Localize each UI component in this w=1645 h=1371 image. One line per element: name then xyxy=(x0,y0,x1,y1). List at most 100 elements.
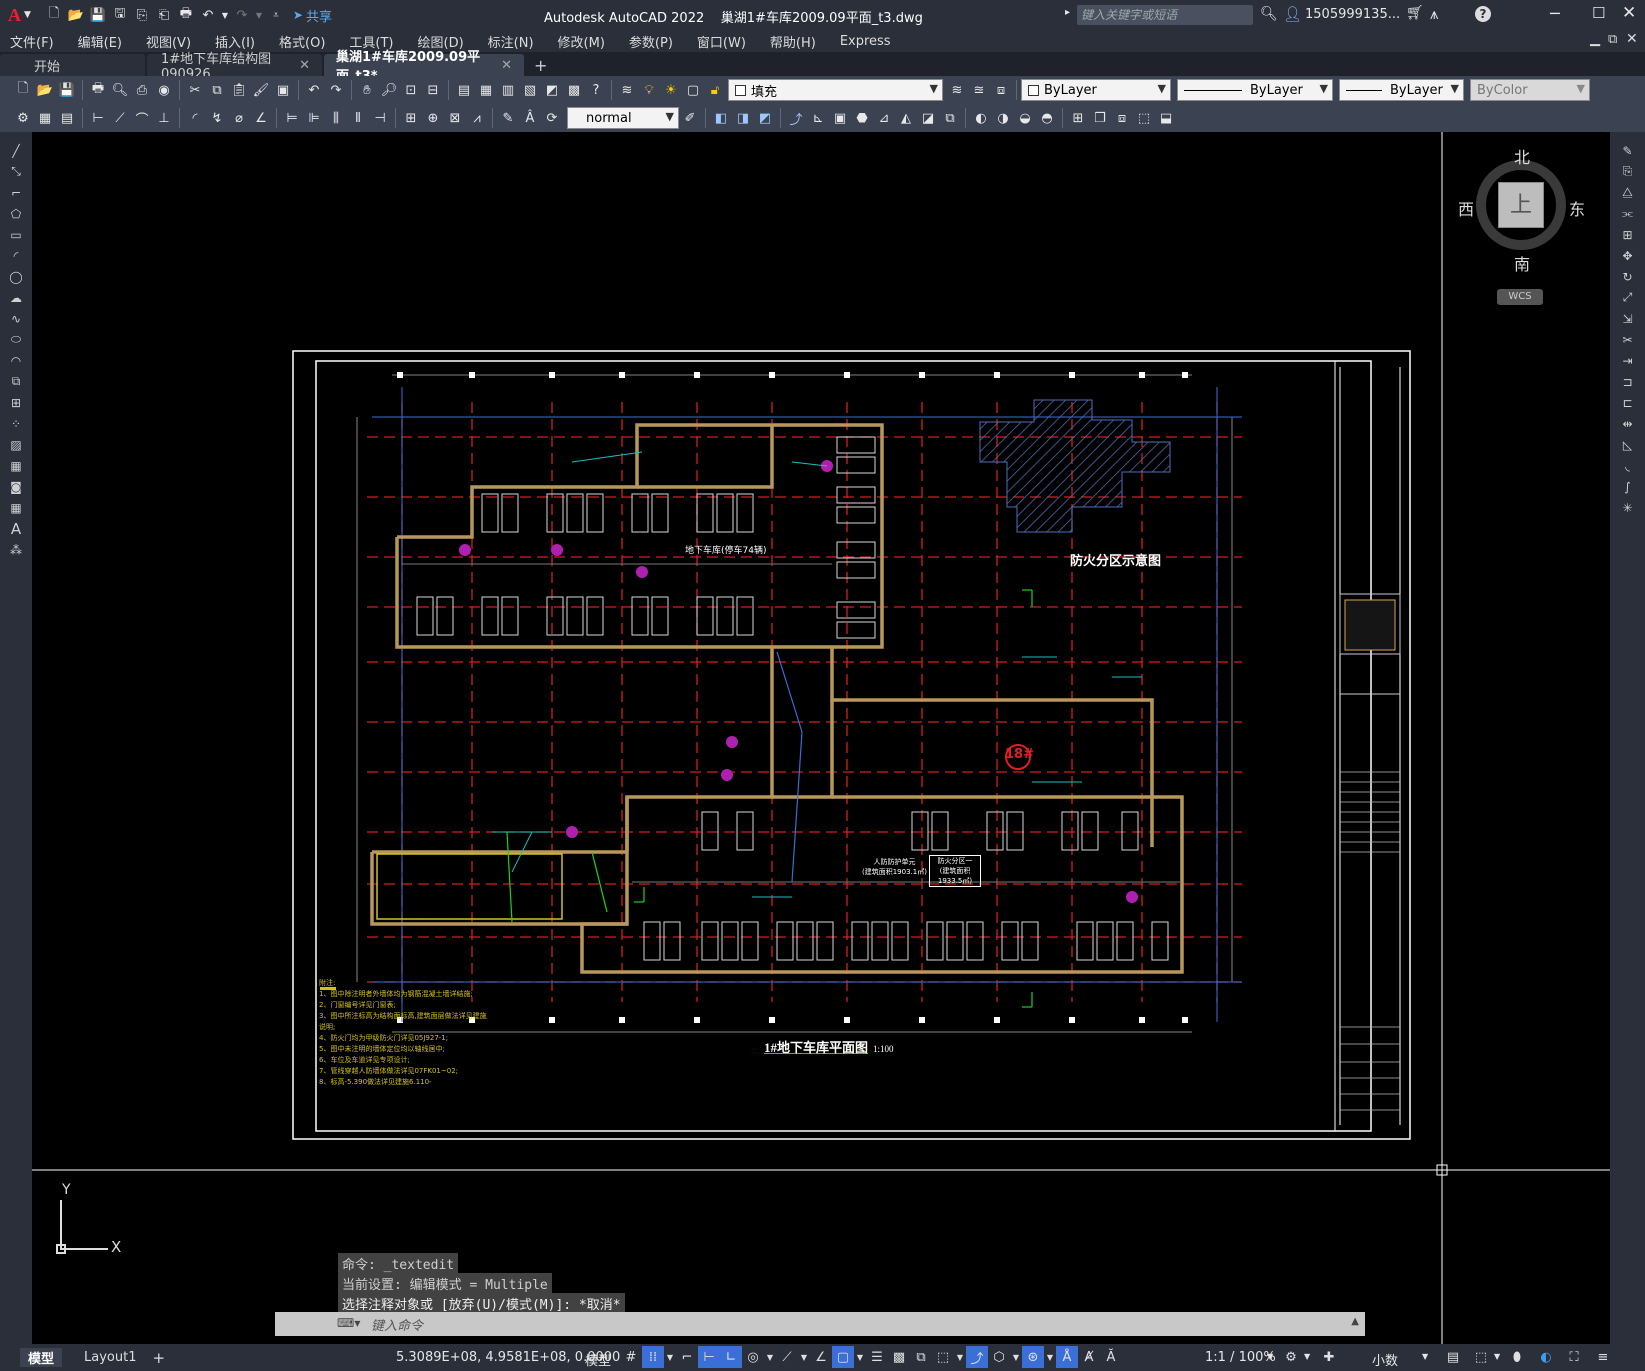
command-input[interactable]: ⌨▾ 键入命令 ▲ xyxy=(275,1312,1365,1336)
workspace-dropdown-icon[interactable]: ▼ xyxy=(1304,1352,1310,1361)
quick-dimension-icon[interactable]: ⊨ xyxy=(282,108,302,128)
open-icon[interactable]: 📂 xyxy=(35,80,55,100)
save-as-icon[interactable]: 🖫 xyxy=(110,5,130,25)
mtext-icon[interactable]: A xyxy=(5,518,27,539)
object-snap-dropdown-icon[interactable]: ▼ xyxy=(854,1346,866,1368)
hardware-acceleration-icon[interactable]: ◐ xyxy=(1535,1346,1557,1368)
app-menu-chevron-icon[interactable]: ▼ xyxy=(24,10,31,20)
paste-icon[interactable]: 📋︎ xyxy=(229,80,249,100)
snap-dropdown-icon[interactable]: ▼ xyxy=(664,1346,676,1368)
auto-scale-icon[interactable]: Ⱥ xyxy=(1078,1346,1100,1368)
isodraft-dropdown-icon[interactable]: ▼ xyxy=(798,1346,810,1368)
close-tab-icon[interactable]: ✕ xyxy=(501,58,512,73)
point-icon[interactable]: ⁘ xyxy=(5,413,27,434)
chamfer-icon[interactable]: ◺ xyxy=(1617,434,1639,455)
open-file-icon[interactable]: 📂 xyxy=(66,5,86,25)
match-properties-icon[interactable]: 🖌︎ xyxy=(251,80,271,100)
ellipse-arc-icon[interactable]: ◠ xyxy=(5,350,27,371)
spline-icon[interactable]: ∿ xyxy=(5,308,27,329)
fillet-icon[interactable]: ◟ xyxy=(1617,455,1639,476)
block-editor-icon[interactable]: ▣ xyxy=(273,80,293,100)
dimension-text-edit-icon[interactable]: Â xyxy=(520,108,540,128)
infer-constraints-icon[interactable]: ⌐ xyxy=(676,1346,698,1368)
plotstyle-select[interactable]: ByColor ▼ xyxy=(1470,79,1590,101)
ucs-icon[interactable]: ◭ xyxy=(896,108,916,128)
compass-south[interactable]: 南 xyxy=(1514,251,1530,275)
units-value[interactable]: 小数 xyxy=(1372,1350,1398,1369)
make-current-layer-icon[interactable]: ≋ xyxy=(947,80,967,100)
copy-icon[interactable]: ⧉ xyxy=(207,80,227,100)
view-icon[interactable]: ◧ xyxy=(711,108,731,128)
cut-icon[interactable]: ✂ xyxy=(185,80,205,100)
dynamic-input-icon[interactable]: ⊢ xyxy=(698,1346,720,1368)
undo-dropdown-icon[interactable]: ▼ xyxy=(220,5,230,25)
transparency-icon[interactable]: ▩ xyxy=(888,1346,910,1368)
qnew-icon[interactable]: 🗋 xyxy=(13,80,33,100)
menu-modify[interactable]: 修改(M) xyxy=(558,32,605,51)
polar-dropdown-icon[interactable]: ▼ xyxy=(764,1346,776,1368)
drawing-svg[interactable] xyxy=(32,132,1610,1344)
hatch-icon[interactable]: ▨ xyxy=(5,434,27,455)
layer-vp-icon[interactable]: ▢ xyxy=(683,80,703,100)
redo-icon[interactable]: ↷ xyxy=(326,80,346,100)
doc-close-icon[interactable]: ✕ xyxy=(1626,31,1638,47)
render-icon[interactable]: ⬓ xyxy=(1156,108,1176,128)
linetype-select[interactable]: ByLayer ▼ xyxy=(1177,79,1333,101)
break-icon[interactable]: ⊏ xyxy=(1617,392,1639,413)
baseline-dimension-icon[interactable]: ⊫ xyxy=(304,108,324,128)
maximize-icon[interactable]: ☐ xyxy=(1592,4,1605,22)
ucs-icon[interactable]: ⊾ xyxy=(808,108,828,128)
continue-dimension-icon[interactable]: ⫼ xyxy=(326,108,346,128)
arc-icon[interactable]: ◜ xyxy=(5,245,27,266)
zoom-realtime-icon[interactable]: 🔎︎ xyxy=(379,80,399,100)
tab-model[interactable]: 模型 xyxy=(20,1348,63,1367)
polygon-icon[interactable]: ⬠ xyxy=(5,203,27,224)
menu-dimension[interactable]: 标注(N) xyxy=(488,32,534,51)
annotation-scale-icon[interactable]: Ᾰ xyxy=(1100,1346,1122,1368)
workspace-icon[interactable]: ⚙ xyxy=(13,108,33,128)
layer-select[interactable]: 填充 ▼ xyxy=(728,79,943,101)
render-icon[interactable]: ❒ xyxy=(1090,108,1110,128)
jogged-dimension-icon[interactable]: ↯ xyxy=(207,108,227,128)
inspection-icon[interactable]: ⊠ xyxy=(445,108,465,128)
erase-icon[interactable]: ✎ xyxy=(1617,140,1639,161)
trim-icon[interactable]: ✂ xyxy=(1617,329,1639,350)
polyline-icon[interactable]: ⌐ xyxy=(5,182,27,203)
isolate-objects-icon[interactable]: ⬮ xyxy=(1506,1346,1528,1368)
ucs-icon[interactable]: ⬣ xyxy=(852,108,872,128)
menu-help[interactable]: 帮助(H) xyxy=(770,32,816,51)
diameter-dimension-icon[interactable]: ⌀ xyxy=(229,108,249,128)
layer-lock-icon[interactable]: 🔓︎ xyxy=(705,80,725,100)
dimension-edit-icon[interactable]: ✎ xyxy=(498,108,518,128)
save-icon[interactable]: 💾 xyxy=(88,5,108,25)
tab-current-drawing[interactable]: 巢湖1#车库2009.09平面_t3*✕ xyxy=(324,50,524,84)
table-icon[interactable]: ▦ xyxy=(5,497,27,518)
copy-object-icon[interactable]: ⎘ xyxy=(1617,161,1639,182)
render-icon[interactable]: ⬚ xyxy=(1134,108,1154,128)
sheet-set-icon[interactable]: ▧ xyxy=(520,80,540,100)
tool-icon[interactable]: ▤ xyxy=(57,108,77,128)
revcloud-icon[interactable]: ☁︎ xyxy=(5,287,27,308)
cart-icon[interactable]: 🛒︎ xyxy=(1406,5,1424,21)
open-web-icon[interactable]: ⎘ xyxy=(132,5,152,25)
jogged-linear-icon[interactable]: ⩘ xyxy=(467,108,487,128)
dimension-update-icon[interactable]: ⟳ xyxy=(542,108,562,128)
compass-west[interactable]: 西 xyxy=(1458,196,1474,220)
plot-icon[interactable]: 🖶 xyxy=(176,5,196,25)
tolerance-icon[interactable]: ⊞ xyxy=(401,108,421,128)
tab-start[interactable]: 开始 xyxy=(0,54,145,76)
break-at-point-icon[interactable]: ⊐ xyxy=(1617,371,1639,392)
compass-north[interactable]: 北 xyxy=(1514,144,1530,168)
render-icon[interactable]: ⧈ xyxy=(1112,108,1132,128)
view-icon[interactable]: ◩ xyxy=(755,108,775,128)
ucs-icon[interactable]: ◪ xyxy=(918,108,938,128)
array-icon[interactable]: ⊞ xyxy=(1617,224,1639,245)
publish-icon[interactable]: ⎙ xyxy=(132,80,152,100)
object-snap-tracking-icon[interactable]: ∠ xyxy=(810,1346,832,1368)
rectangle-icon[interactable]: ▭ xyxy=(5,224,27,245)
3d-osnap-icon[interactable]: ⬚ xyxy=(932,1346,954,1368)
menu-express[interactable]: Express xyxy=(840,34,891,49)
color-select[interactable]: ByLayer ▼ xyxy=(1021,79,1171,101)
dimstyle-manager-icon[interactable]: ✐ xyxy=(680,108,700,128)
share-icon[interactable]: ➤ xyxy=(293,8,303,22)
